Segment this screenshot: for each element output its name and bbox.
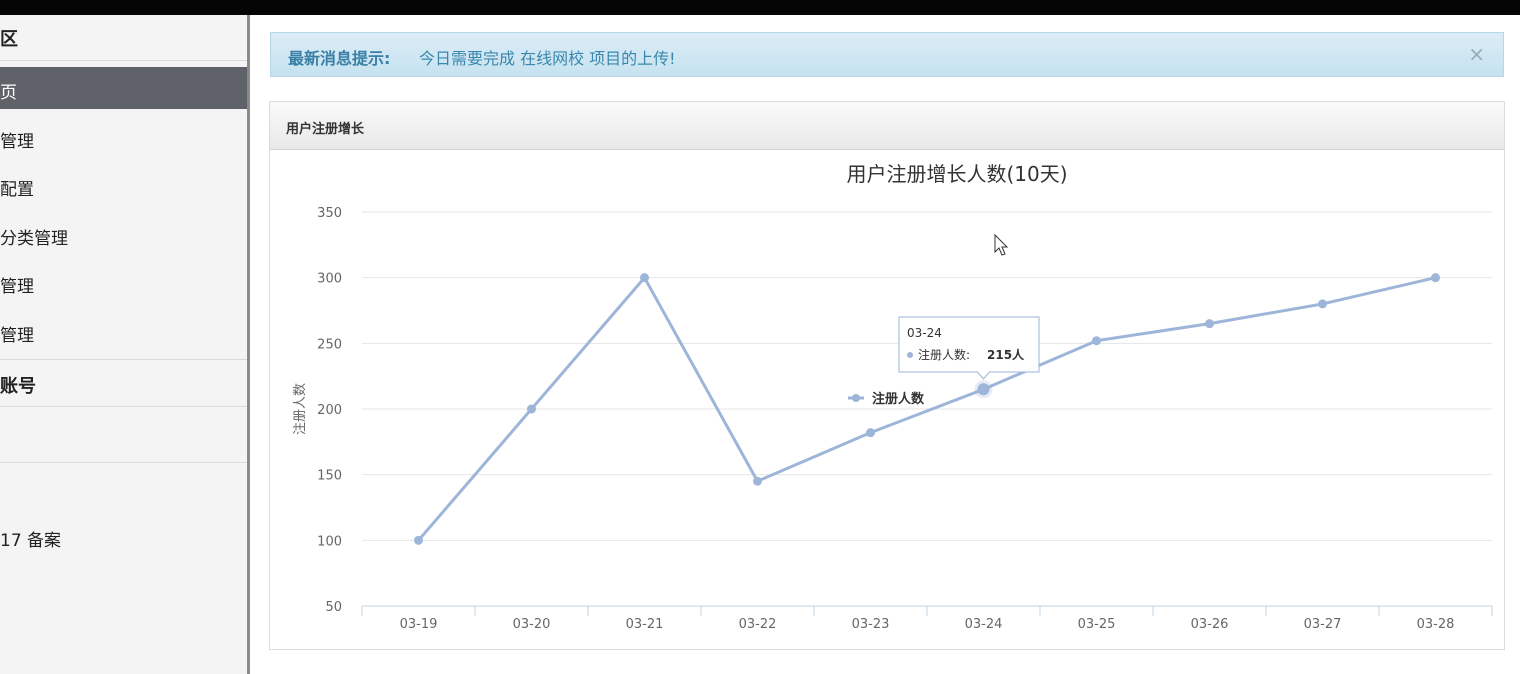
tooltip-series: 注册人数: — [918, 347, 970, 362]
y-tick-label: 300 — [317, 272, 342, 287]
tooltip-value: 215人 — [987, 347, 1025, 362]
y-axis-label: 注册人数 — [293, 383, 308, 435]
data-point — [1205, 319, 1214, 329]
x-tick-label: 03-21 — [626, 617, 664, 632]
divider — [0, 60, 247, 61]
sidebar-item-label: 配置 — [0, 180, 34, 200]
data-point — [753, 476, 762, 486]
data-point — [640, 273, 649, 283]
x-tick-label: 03-22 — [739, 617, 777, 632]
sidebar-item-label: 管理 — [0, 132, 34, 152]
cursor-icon — [994, 233, 1009, 256]
divider — [0, 462, 247, 463]
y-tick-label: 150 — [317, 469, 342, 484]
legend-marker — [852, 394, 860, 402]
close-icon[interactable]: × — [1468, 42, 1485, 66]
alert-label: 最新消息提示: — [288, 49, 391, 68]
sidebar: 区 页 管理 配置 分类管理 管理 管理 账号 17 备案 — [0, 15, 250, 674]
data-point — [1318, 299, 1327, 309]
tooltip-date: 03-24 — [907, 326, 942, 340]
legend-label: 注册人数 — [872, 391, 925, 407]
y-tick-label: 200 — [317, 403, 342, 418]
sidebar-item-active[interactable]: 页 — [0, 67, 247, 109]
data-point — [1092, 336, 1101, 346]
y-tick-label: 350 — [317, 206, 342, 221]
x-tick-label: 03-23 — [852, 617, 890, 632]
y-tick-label: 50 — [325, 600, 342, 615]
x-tick-label: 03-20 — [513, 617, 551, 632]
alert-banner: 最新消息提示: 今日需要完成 在线网校 项目的上传! × — [270, 32, 1504, 77]
x-tick-label: 03-25 — [1078, 617, 1116, 632]
sidebar-item-label: 管理 — [0, 277, 34, 297]
x-tick-label: 03-26 — [1191, 617, 1229, 632]
x-tick-label: 03-27 — [1304, 617, 1342, 632]
footer-text-label: 17 备案 — [0, 531, 62, 551]
y-tick-label: 250 — [317, 337, 342, 352]
data-point — [414, 535, 423, 545]
divider — [0, 359, 247, 360]
sidebar-item-label: 页 — [0, 83, 17, 103]
main-content: 最新消息提示: 今日需要完成 在线网校 项目的上传! × 用户注册增长 用户注册… — [250, 15, 1520, 674]
sidebar-section-title-label: 区 — [0, 29, 18, 50]
sidebar-item-label: 管理 — [0, 326, 34, 346]
x-tick-label: 03-24 — [965, 617, 1003, 632]
data-point-highlight — [977, 383, 990, 396]
data-point — [1431, 273, 1440, 283]
data-point — [866, 428, 875, 438]
sidebar-section-title-label: 账号 — [0, 376, 36, 397]
chart-title: 用户注册增长人数(10天) — [846, 162, 1067, 186]
divider — [0, 406, 247, 407]
top-bar — [0, 0, 1520, 15]
chart-panel: 用户注册增长 用户注册增长人数(10天) 50 100 150 200 250 300 350… — [269, 101, 1505, 650]
sidebar-item-label: 分类管理 — [0, 229, 68, 249]
x-tick-label: 03-28 — [1417, 617, 1455, 632]
line-chart: 用户注册增长人数(10天) 50 100 150 200 250 300 350 03-19 03… — [293, 162, 1493, 632]
data-point — [527, 404, 536, 414]
x-tick-label: 03-19 — [400, 617, 438, 632]
y-tick-label: 100 — [317, 534, 342, 549]
alert-text: 今日需要完成 在线网校 项目的上传! — [419, 49, 676, 68]
tooltip-marker — [907, 352, 913, 358]
